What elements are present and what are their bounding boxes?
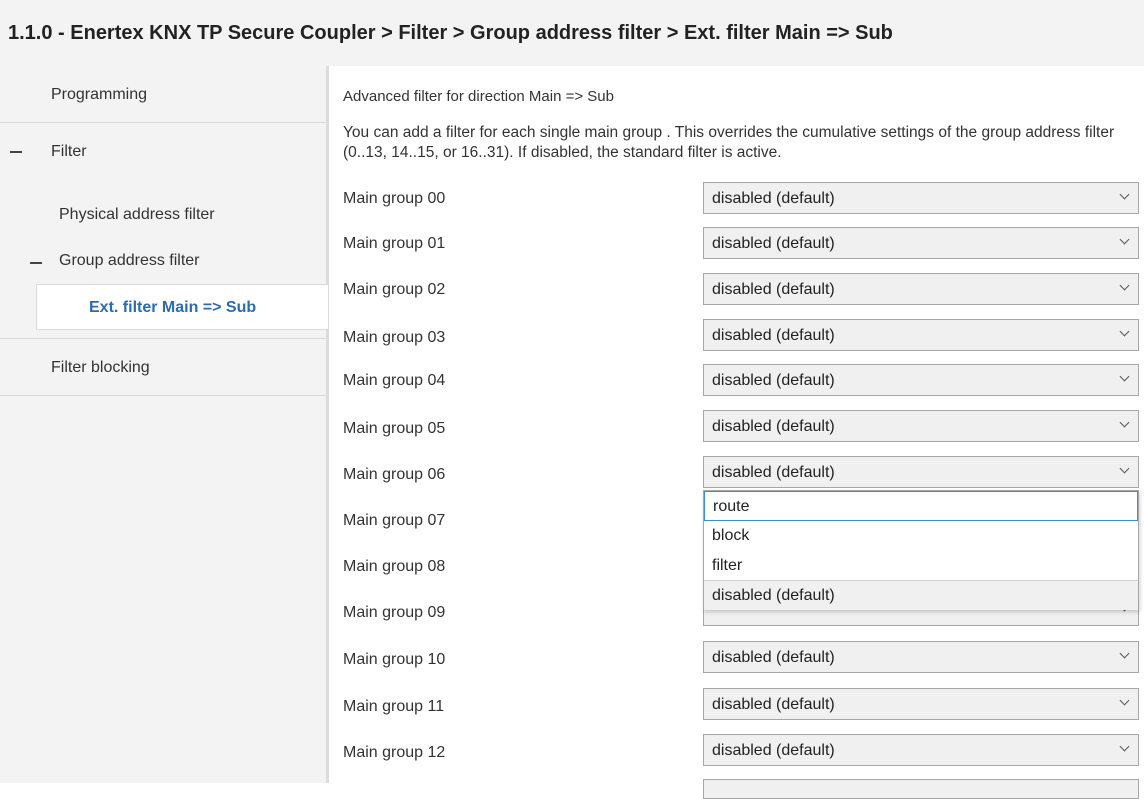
main-group-select[interactable]: disabled (default) [703, 364, 1139, 396]
dropdown-option-block[interactable]: block [704, 521, 1138, 551]
select-value: disabled (default) [712, 696, 835, 713]
chevron-down-icon [1119, 280, 1130, 291]
section-description: You can add a filter for each single mai… [343, 124, 1115, 161]
page-title: 1.1.0 - Enertex KNX TP Secure Coupler > … [8, 22, 893, 44]
collapse-icon[interactable] [10, 151, 22, 153]
sidebar-item-group-address-filter[interactable]: Group address filter [0, 242, 326, 282]
row-label: Main group 09 [343, 604, 446, 621]
sidebar-item-label: Group address filter [59, 252, 200, 269]
sidebar-item-label: Filter blocking [51, 359, 150, 376]
dropdown-option-disabled[interactable]: disabled (default) [704, 580, 1138, 610]
row-label: Main group 07 [343, 512, 446, 529]
sidebar-item-physical-address-filter[interactable]: Physical address filter [0, 196, 326, 236]
main-group-select-open[interactable]: disabled (default) [703, 456, 1139, 488]
section-heading: Advanced filter for direction Main => Su… [343, 88, 614, 105]
main-group-select[interactable]: disabled (default) [703, 641, 1139, 673]
select-value: disabled (default) [712, 742, 835, 759]
main-group-select[interactable]: disabled (default) [703, 688, 1139, 720]
dropdown-list: route block filter disabled (default) [703, 490, 1139, 610]
main-panel: Advanced filter for direction Main => Su… [329, 66, 1144, 799]
row-label: Main group 06 [343, 466, 446, 483]
main-group-select[interactable] [703, 779, 1139, 799]
option-label: disabled (default) [712, 587, 835, 604]
chevron-down-icon [1119, 326, 1130, 337]
sidebar-item-filter-blocking[interactable]: Filter blocking [0, 338, 326, 396]
select-value: disabled (default) [712, 418, 835, 435]
row-label: Main group 04 [343, 372, 446, 389]
caret-notch [12, 180, 32, 190]
chevron-down-icon [1119, 463, 1130, 474]
row-label: Main group 08 [343, 558, 446, 575]
sidebar-item-filter[interactable]: Filter [0, 123, 326, 180]
select-value: disabled (default) [712, 235, 835, 252]
title-bar: 1.1.0 - Enertex KNX TP Secure Coupler > … [0, 0, 1144, 66]
main-group-select[interactable]: disabled (default) [703, 734, 1139, 766]
select-value: disabled (default) [712, 281, 835, 298]
select-value: disabled (default) [712, 372, 835, 389]
main-group-select[interactable]: disabled (default) [703, 182, 1139, 214]
select-value: disabled (default) [712, 464, 835, 481]
select-value: disabled (default) [712, 327, 835, 344]
main-group-select[interactable]: disabled (default) [703, 227, 1139, 259]
option-label: filter [712, 557, 743, 574]
option-label: block [712, 527, 750, 544]
chevron-down-icon [1119, 695, 1130, 706]
chevron-down-icon [1119, 417, 1130, 428]
row-label: Main group 03 [343, 329, 446, 346]
chevron-down-icon [1119, 648, 1130, 659]
sidebar-item-label: Ext. filter Main => Sub [89, 299, 257, 316]
main-group-select[interactable]: disabled (default) [703, 273, 1139, 305]
option-label: route [713, 498, 750, 515]
select-value: disabled (default) [712, 649, 835, 666]
dropdown-option-filter[interactable]: filter [704, 551, 1138, 581]
row-label: Main group 00 [343, 190, 446, 207]
sidebar-item-ext-filter[interactable]: Ext. filter Main => Sub [36, 284, 328, 330]
row-label: Main group 11 [343, 698, 445, 715]
sidebar-item-label: Physical address filter [59, 206, 215, 223]
sidebar-item-programming[interactable]: Programming [0, 66, 326, 123]
main-group-select[interactable]: disabled (default) [703, 410, 1139, 442]
row-label: Main group 10 [343, 651, 446, 668]
row-label: Main group 05 [343, 420, 446, 437]
chevron-down-icon [1119, 189, 1130, 200]
sidebar-item-label: Programming [51, 86, 148, 103]
dropdown-option-route[interactable]: route [704, 491, 1138, 521]
collapse-icon[interactable] [30, 262, 42, 264]
main-group-select[interactable]: disabled (default) [703, 319, 1139, 351]
row-label: Main group 02 [343, 281, 446, 298]
row-label: Main group 12 [343, 744, 446, 761]
chevron-down-icon [1119, 371, 1130, 382]
chevron-down-icon [1119, 234, 1130, 245]
select-value: disabled (default) [712, 190, 835, 207]
chevron-down-icon [1119, 741, 1130, 752]
row-label: Main group 01 [343, 235, 446, 252]
sidebar-item-label: Filter [51, 143, 87, 160]
